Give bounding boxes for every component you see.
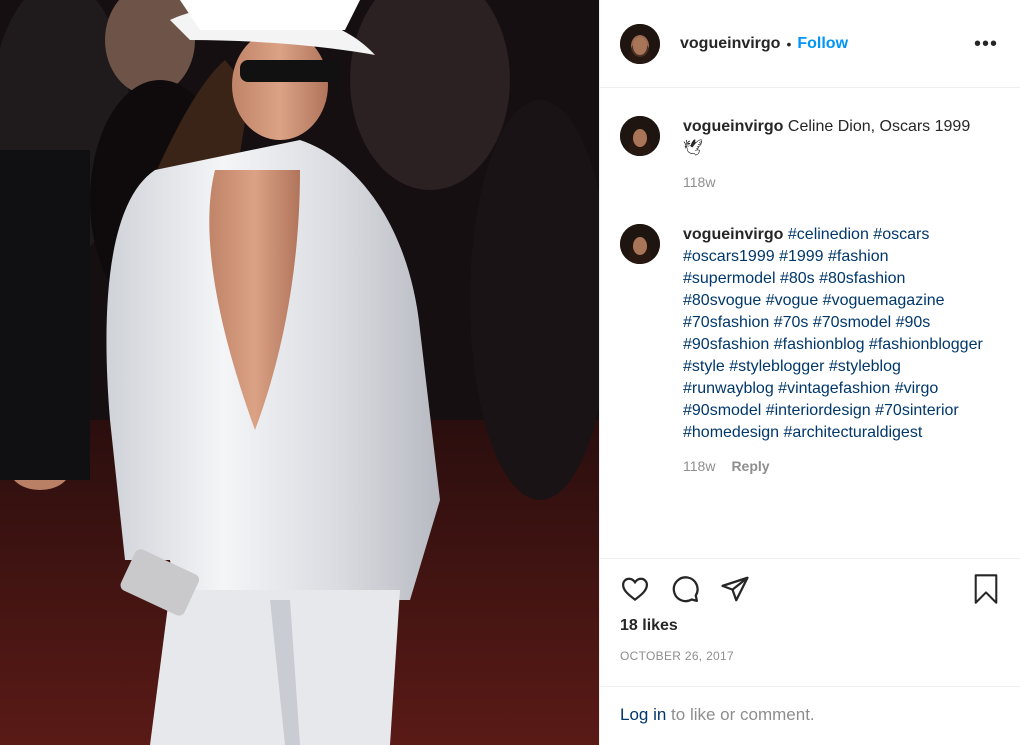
avatar[interactable]: [620, 116, 660, 156]
login-prompt: Log in to like or comment.: [600, 686, 1020, 745]
comment-meta: 118w: [683, 174, 983, 190]
comment-text: vogueinvirgo Celine Dion, Oscars 1999 🕊: [683, 116, 983, 160]
comment-body: vogueinvirgo Celine Dion, Oscars 1999 🕊 …: [683, 116, 983, 190]
paper-plane-icon[interactable]: [720, 574, 750, 609]
heart-icon[interactable]: [620, 574, 650, 609]
separator-dot: •: [786, 35, 792, 52]
post-header: vogueinvirgo • Follow •••: [600, 0, 1020, 88]
likes-count[interactable]: 18 likes: [620, 617, 678, 635]
post-date[interactable]: OCTOBER 26, 2017: [620, 649, 734, 663]
reply-button[interactable]: Reply: [731, 458, 769, 474]
caption-comment: vogueinvirgo Celine Dion, Oscars 1999 🕊 …: [620, 116, 1000, 190]
post-author-username[interactable]: vogueinvirgo: [680, 35, 780, 53]
follow-button[interactable]: Follow: [797, 35, 848, 53]
bookmark-icon[interactable]: [972, 573, 1000, 610]
photo-illustration: [0, 0, 599, 745]
login-link[interactable]: Log in: [620, 705, 666, 724]
speech-bubble-icon[interactable]: [670, 574, 700, 609]
hashtag-links[interactable]: #celinedion #oscars #oscars1999 #1999 #f…: [683, 226, 983, 441]
more-options-icon[interactable]: •••: [974, 34, 998, 54]
post-photo: [0, 0, 599, 745]
avatar[interactable]: [620, 224, 660, 264]
comment-username[interactable]: vogueinvirgo: [683, 118, 783, 135]
post-actions: 18 likes OCTOBER 26, 2017: [600, 558, 1020, 686]
comment-body: vogueinvirgo #celinedion #oscars #oscars…: [683, 224, 983, 474]
comment-username[interactable]: vogueinvirgo: [683, 226, 783, 243]
comment-text: vogueinvirgo #celinedion #oscars #oscars…: [683, 224, 983, 444]
comments-list[interactable]: vogueinvirgo Celine Dion, Oscars 1999 🕊 …: [600, 88, 1020, 558]
login-prompt-text: to like or comment.: [666, 705, 815, 724]
comment-meta: 118w Reply: [683, 458, 983, 474]
post-side-panel: vogueinvirgo • Follow ••• vogueinvirgo C…: [599, 0, 1020, 745]
comment-timestamp[interactable]: 118w: [683, 174, 715, 190]
comment-timestamp[interactable]: 118w: [683, 458, 715, 474]
avatar[interactable]: [620, 23, 660, 64]
hashtag-comment: vogueinvirgo #celinedion #oscars #oscars…: [620, 224, 1000, 474]
